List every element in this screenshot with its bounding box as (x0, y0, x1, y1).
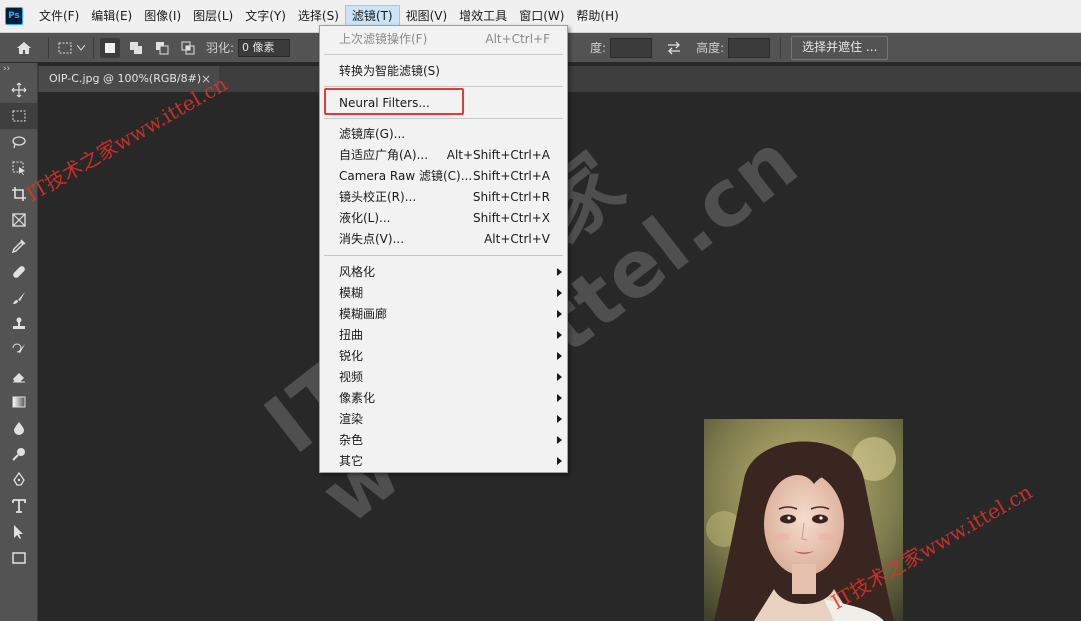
menu-item-render[interactable]: 渲染 (320, 409, 567, 430)
tool-panel: ›› (0, 63, 38, 621)
menu-divider (324, 54, 563, 55)
submenu-arrow-icon (557, 436, 562, 444)
document-tab[interactable]: OIP-C.jpg @ 100%(RGB/8#) × (39, 66, 219, 92)
intersect-selection-icon[interactable] (178, 38, 198, 58)
menu-item-camera-raw[interactable]: Camera Raw 滤镜(C)... Shift+Ctrl+A (320, 166, 567, 187)
menu-edit[interactable]: 编辑(E) (85, 5, 138, 27)
brush-tool-icon[interactable] (0, 285, 37, 311)
chevron-down-icon[interactable] (75, 38, 87, 58)
blur-tool-icon[interactable] (0, 415, 37, 441)
photoshop-logo-icon: Ps (5, 7, 23, 25)
home-icon[interactable] (14, 38, 34, 58)
menu-filter[interactable]: 滤镜(T) (344, 5, 400, 27)
submenu-arrow-icon (557, 289, 562, 297)
menu-item-stylize[interactable]: 风格化 (320, 262, 567, 283)
close-icon[interactable]: × (201, 66, 211, 92)
eyedropper-tool-icon[interactable] (0, 233, 37, 259)
divider (780, 37, 782, 58)
neural-filters-highlight (324, 88, 464, 115)
width-input[interactable] (610, 37, 653, 58)
menu-item-vanishing-point[interactable]: 消失点(V)... Alt+Ctrl+V (320, 229, 567, 250)
new-selection-icon[interactable] (100, 37, 120, 58)
menu-item-liquify[interactable]: 液化(L)... Shift+Ctrl+X (320, 208, 567, 229)
menu-plugins[interactable]: 增效工具 (453, 5, 513, 27)
menu-divider (324, 118, 563, 119)
submenu-arrow-icon (557, 415, 562, 423)
submenu-arrow-icon (557, 373, 562, 381)
collapse-panel-icon[interactable]: ›› (0, 63, 37, 77)
menu-item-blur[interactable]: 模糊 (320, 283, 567, 304)
menu-divider (324, 86, 563, 87)
submenu-arrow-icon (557, 268, 562, 276)
menu-item-other[interactable]: 其它 (320, 451, 567, 472)
clone-stamp-tool-icon[interactable] (0, 311, 37, 337)
feather-input[interactable]: 0 像素 (238, 38, 291, 57)
menu-select[interactable]: 选择(S) (292, 5, 345, 27)
submenu-arrow-icon (557, 457, 562, 465)
dodge-tool-icon[interactable] (0, 441, 37, 467)
menu-help[interactable]: 帮助(H) (570, 5, 624, 27)
subtract-from-selection-icon[interactable] (152, 38, 172, 58)
menu-file[interactable]: 文件(F) (33, 5, 85, 27)
menu-item-video[interactable]: 视频 (320, 367, 567, 388)
document-tab-title: OIP-C.jpg @ 100%(RGB/8#) (49, 72, 202, 85)
swap-dimensions-icon[interactable] (664, 38, 684, 58)
history-brush-tool-icon[interactable] (0, 337, 37, 363)
menu-item-last-filter: 上次滤镜操作(F) Alt+Ctrl+F (339, 32, 550, 46)
divider (93, 37, 94, 58)
submenu-arrow-icon (557, 394, 562, 402)
move-tool-icon[interactable] (0, 77, 37, 103)
width-label: 度: (590, 41, 607, 55)
type-tool-icon[interactable] (0, 493, 37, 519)
menu-type[interactable]: 文字(Y) (239, 5, 292, 27)
menu-item-lens-correction[interactable]: 镜头校正(R)... Shift+Ctrl+R (320, 187, 567, 208)
pen-tool-icon[interactable] (0, 467, 37, 493)
menu-item-blur-gallery[interactable]: 模糊画廊 (320, 304, 567, 325)
frame-tool-icon[interactable] (0, 207, 37, 233)
marquee-preset-icon[interactable] (55, 38, 75, 58)
menu-divider (324, 255, 563, 256)
rectangle-tool-icon[interactable] (0, 545, 37, 571)
submenu-arrow-icon (557, 331, 562, 339)
menu-item-sharpen[interactable]: 锐化 (320, 346, 567, 367)
menu-item-distort[interactable]: 扭曲 (320, 325, 567, 346)
divider (48, 37, 49, 58)
healing-brush-tool-icon[interactable] (0, 259, 37, 285)
menu-item-convert-smart-filters[interactable]: 转换为智能滤镜(S) (320, 61, 567, 82)
menu-window[interactable]: 窗口(W) (513, 5, 570, 27)
menu-item-adaptive-wide-angle[interactable]: 自适应广角(A)... Alt+Shift+Ctrl+A (320, 145, 567, 166)
gradient-tool-icon[interactable] (0, 389, 37, 415)
menu-view[interactable]: 视图(V) (400, 5, 454, 27)
rectangular-marquee-tool-icon[interactable] (0, 103, 37, 129)
eraser-tool-icon[interactable] (0, 363, 37, 389)
crop-tool-icon[interactable] (0, 181, 37, 207)
menu-layer[interactable]: 图层(L) (187, 5, 239, 27)
object-selection-tool-icon[interactable] (0, 155, 37, 181)
lasso-tool-icon[interactable] (0, 129, 37, 155)
feather-label: 羽化: (206, 41, 235, 55)
menu-item-pixelate[interactable]: 像素化 (320, 388, 567, 409)
add-to-selection-icon[interactable] (126, 38, 146, 58)
menu-item-filter-gallery[interactable]: 滤镜库(G)... (320, 124, 567, 145)
height-label: 高度: (696, 41, 725, 55)
height-input[interactable] (728, 37, 771, 58)
menu-image[interactable]: 图像(I) (138, 5, 187, 27)
document-image (704, 419, 903, 621)
submenu-arrow-icon (557, 352, 562, 360)
select-and-mask-button[interactable]: 选择并遮住 ... (791, 35, 889, 60)
submenu-arrow-icon (557, 310, 562, 318)
path-selection-tool-icon[interactable] (0, 519, 37, 545)
menu-item-noise[interactable]: 杂色 (320, 430, 567, 451)
